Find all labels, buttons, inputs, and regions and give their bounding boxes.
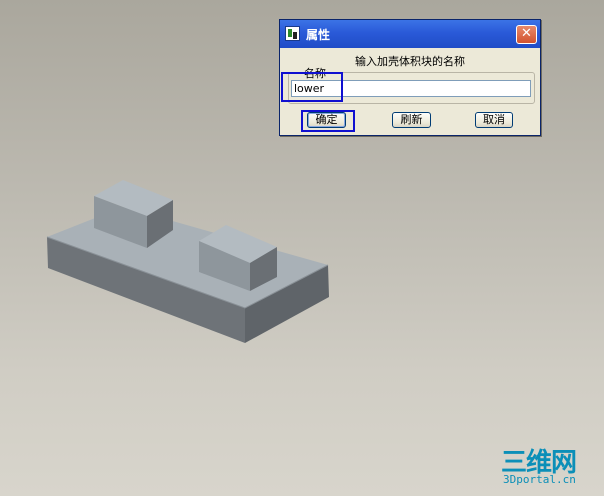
dialog-title: 属性 <box>306 28 331 42</box>
dialog-titlebar[interactable]: 属性 ✕ <box>280 20 540 48</box>
close-icon[interactable]: ✕ <box>516 25 537 44</box>
name-highlight-box <box>281 72 343 102</box>
refresh-button[interactable]: 刷新 <box>392 112 431 128</box>
cancel-button[interactable]: 取消 <box>475 112 513 128</box>
properties-app-icon <box>285 26 300 41</box>
watermark-logo: 三维网 3Dportal.cn <box>501 442 597 490</box>
watermark-site: 3Dportal.cn <box>503 473 576 486</box>
ok-highlight-box <box>301 110 355 132</box>
